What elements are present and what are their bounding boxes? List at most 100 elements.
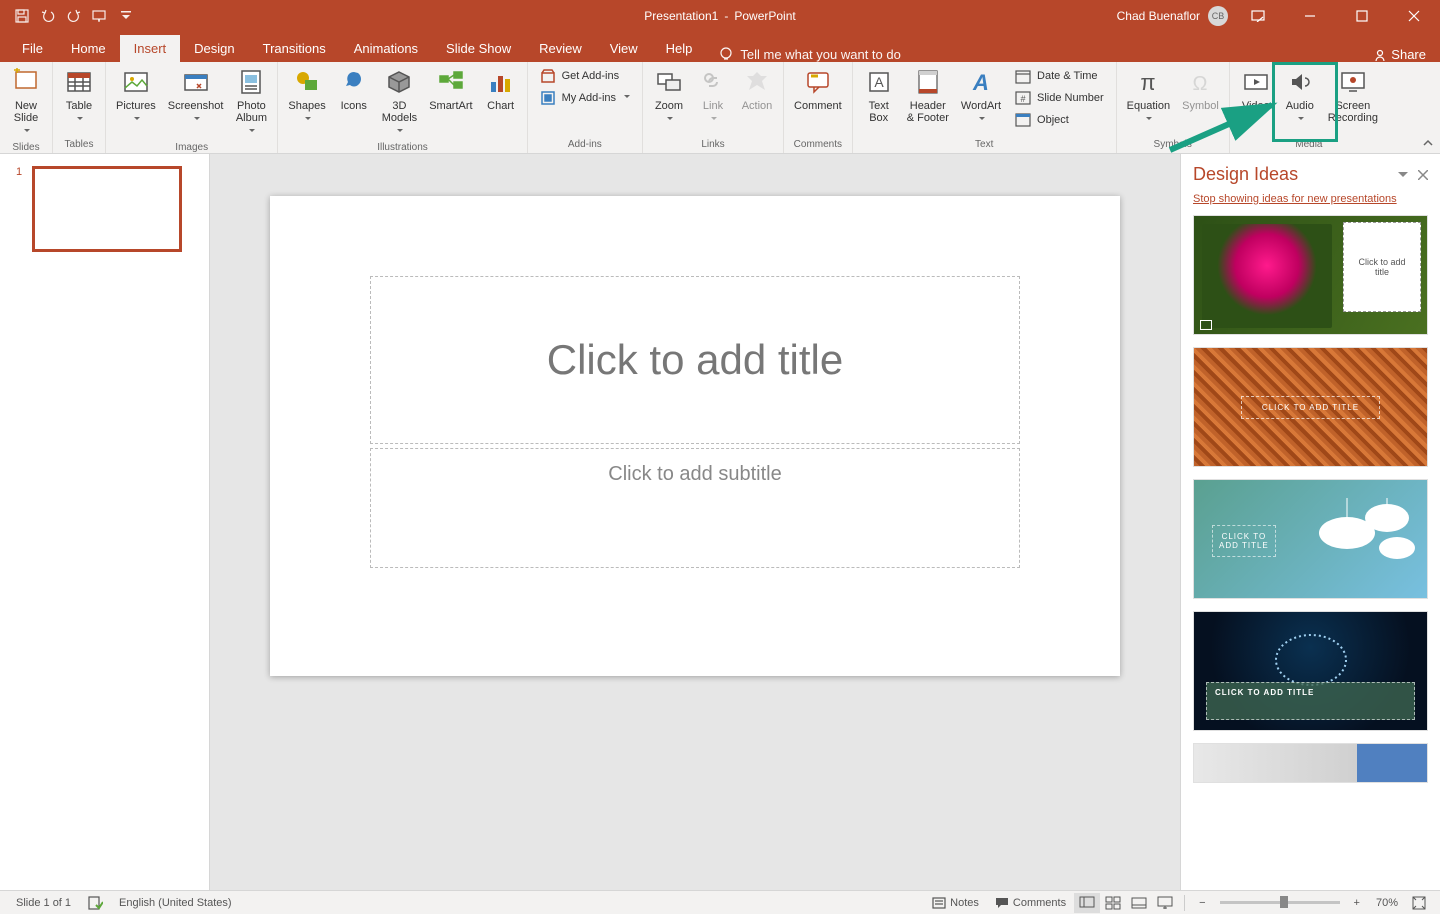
qat-customize-button[interactable] xyxy=(114,4,138,28)
app-name: PowerPoint xyxy=(734,9,795,23)
pane-close-button[interactable] xyxy=(1418,170,1428,180)
notes-button[interactable]: Notes xyxy=(924,897,987,909)
header-footer-button[interactable]: Header & Footer xyxy=(903,64,953,126)
undo-button[interactable] xyxy=(36,4,60,28)
tab-view[interactable]: View xyxy=(596,35,652,62)
group-label-symbols: Symbols xyxy=(1123,137,1223,153)
maximize-button[interactable] xyxy=(1340,0,1384,32)
audio-icon xyxy=(1286,66,1314,98)
fit-to-window-button[interactable] xyxy=(1406,893,1432,913)
slide-number: 1 xyxy=(16,166,22,252)
slideshow-view-button[interactable] xyxy=(1152,893,1178,913)
tell-me-search[interactable]: Tell me what you want to do xyxy=(706,46,912,62)
tab-insert[interactable]: Insert xyxy=(120,35,181,62)
ribbon-display-button[interactable] xyxy=(1236,0,1280,32)
group-label-media: Media xyxy=(1236,137,1382,153)
subtitle-placeholder[interactable]: Click to add subtitle xyxy=(370,448,1020,568)
svg-text:A: A xyxy=(972,70,989,95)
save-button[interactable] xyxy=(10,4,34,28)
reading-view-button[interactable] xyxy=(1126,893,1152,913)
collapse-ribbon-button[interactable] xyxy=(1422,137,1434,149)
design-idea-3[interactable]: CLICK TO ADD TITLE xyxy=(1193,479,1428,599)
redo-button[interactable] xyxy=(62,4,86,28)
comments-button[interactable]: Comments xyxy=(987,897,1074,909)
tab-file[interactable]: File xyxy=(8,35,57,62)
comment-button[interactable]: Comment xyxy=(790,64,846,114)
screenshot-button[interactable]: Screenshot xyxy=(164,64,228,128)
tab-transitions[interactable]: Transitions xyxy=(249,35,340,62)
share-button[interactable]: Share xyxy=(1359,47,1440,62)
splash-decoration xyxy=(1251,620,1371,690)
lightbulb-icon xyxy=(718,46,734,62)
tab-home[interactable]: Home xyxy=(57,35,120,62)
slide-editor[interactable]: Click to add title Click to add subtitle xyxy=(210,154,1180,890)
user-name[interactable]: Chad Buenaflor xyxy=(1117,9,1200,23)
slide-thumbnail-pane[interactable]: 1 xyxy=(0,154,210,890)
tab-help[interactable]: Help xyxy=(652,35,707,62)
start-from-beginning-button[interactable] xyxy=(88,4,112,28)
icons-button[interactable]: Icons xyxy=(334,64,374,114)
zoom-button[interactable]: Zoom xyxy=(649,64,689,128)
tab-review[interactable]: Review xyxy=(525,35,596,62)
user-avatar[interactable]: CB xyxy=(1208,6,1228,26)
design-idea-2[interactable]: CLICK TO ADD TITLE xyxy=(1193,347,1428,467)
action-icon xyxy=(743,66,771,98)
object-button[interactable]: Object xyxy=(1011,110,1108,130)
pictures-button[interactable]: Pictures xyxy=(112,64,160,128)
spellcheck-button[interactable] xyxy=(79,896,111,910)
group-label-text: Text xyxy=(859,137,1110,153)
zoom-in-button[interactable]: + xyxy=(1346,897,1368,909)
chart-icon xyxy=(487,66,515,98)
new-slide-button[interactable]: New Slide xyxy=(6,64,46,140)
document-title: Presentation1 xyxy=(644,9,718,23)
svg-text:π: π xyxy=(1141,70,1156,95)
slide-sorter-button[interactable] xyxy=(1100,893,1126,913)
equation-button[interactable]: π Equation xyxy=(1123,64,1174,128)
header-footer-icon xyxy=(916,66,940,98)
zoom-level[interactable]: 70% xyxy=(1368,897,1406,909)
group-label-comments: Comments xyxy=(790,137,846,153)
shapes-button[interactable]: Shapes xyxy=(284,64,329,128)
comments-icon xyxy=(995,897,1009,909)
get-addins-button[interactable]: Get Add-ins xyxy=(536,66,634,86)
status-slide-info[interactable]: Slide 1 of 1 xyxy=(8,897,79,909)
status-language[interactable]: English (United States) xyxy=(111,897,240,909)
slide-number-button[interactable]: # Slide Number xyxy=(1011,88,1108,108)
stop-ideas-link[interactable]: Stop showing ideas for new presentations xyxy=(1193,193,1428,205)
cube-icon xyxy=(385,66,413,98)
screen-recording-button[interactable]: Screen Recording xyxy=(1324,64,1382,126)
design-ideas-title: Design Ideas xyxy=(1193,164,1298,185)
chart-button[interactable]: Chart xyxy=(481,64,521,114)
design-idea-4[interactable]: CLICK TO ADD TITLE xyxy=(1193,611,1428,731)
minimize-button[interactable] xyxy=(1288,0,1332,32)
wordart-button[interactable]: A WordArt xyxy=(957,64,1005,128)
tab-animations[interactable]: Animations xyxy=(340,35,432,62)
zoom-out-button[interactable]: − xyxy=(1191,897,1213,909)
date-time-button[interactable]: Date & Time xyxy=(1011,66,1108,86)
store-icon xyxy=(540,68,556,84)
zoom-slider[interactable] xyxy=(1220,901,1340,904)
design-idea-5[interactable] xyxy=(1193,743,1428,783)
table-button[interactable]: Table xyxy=(59,64,99,128)
close-button[interactable] xyxy=(1392,0,1436,32)
design-idea-1[interactable]: Click to add title xyxy=(1193,215,1428,335)
photo-album-button[interactable]: Photo Album xyxy=(231,64,271,140)
pane-options-button[interactable] xyxy=(1398,170,1408,180)
cloud-decoration xyxy=(1287,488,1427,578)
3d-models-button[interactable]: 3D Models xyxy=(378,64,421,140)
group-label-tables: Tables xyxy=(59,137,99,153)
symbol-icon: Ω xyxy=(1186,66,1214,98)
smartart-icon xyxy=(437,66,465,98)
tab-slideshow[interactable]: Slide Show xyxy=(432,35,525,62)
tab-design[interactable]: Design xyxy=(180,35,248,62)
slide-thumbnail-1[interactable] xyxy=(32,166,182,252)
smartart-button[interactable]: SmartArt xyxy=(425,64,476,114)
audio-button[interactable]: Audio xyxy=(1280,64,1320,128)
video-button[interactable]: Video xyxy=(1236,64,1276,128)
normal-view-button[interactable] xyxy=(1074,893,1100,913)
my-addins-button[interactable]: My Add-ins xyxy=(536,88,634,108)
textbox-button[interactable]: A Text Box xyxy=(859,64,899,126)
slide-canvas[interactable]: Click to add title Click to add subtitle xyxy=(270,196,1120,676)
zoom-icon xyxy=(655,66,683,98)
title-placeholder[interactable]: Click to add title xyxy=(370,276,1020,444)
